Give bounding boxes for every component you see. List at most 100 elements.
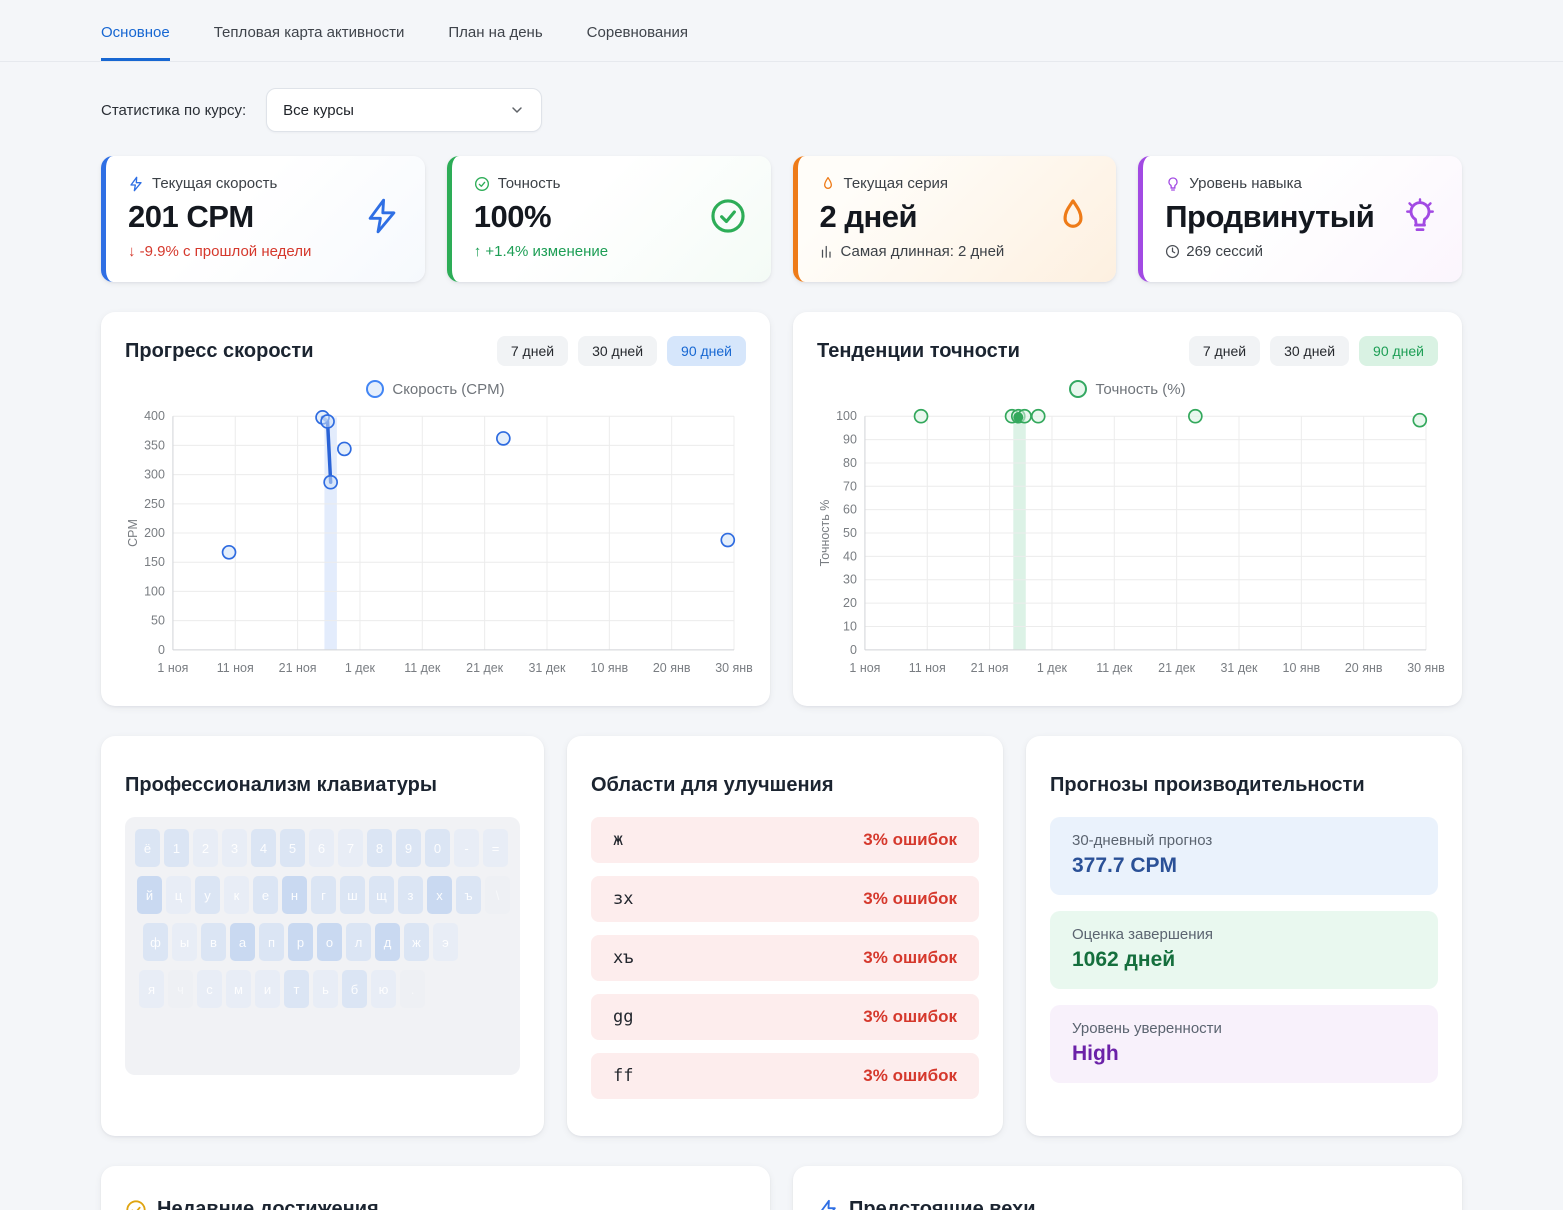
range-90d-button[interactable]: 90 дней [1359, 336, 1438, 366]
stat-detail: 269 сессий [1186, 243, 1263, 260]
chart-title: Прогресс скорости [125, 340, 314, 363]
range-7d-button[interactable]: 7 дней [497, 336, 568, 366]
typing-stats-dashboard: Основное Тепловая карта активности План … [0, 0, 1563, 1210]
keyboard-proficiency-panel: Профессионализм клавиатуры ё1234567890-=… [101, 736, 544, 1136]
range-90d-button[interactable]: 90 дней [667, 336, 746, 366]
keyboard-key: в [201, 923, 226, 961]
range-30d-button[interactable]: 30 дней [578, 336, 657, 366]
legend-marker-icon [1069, 380, 1087, 398]
svg-text:50: 50 [843, 526, 857, 540]
lightning-icon [128, 176, 144, 192]
keyboard-key: 5 [280, 829, 305, 867]
svg-text:31 дек: 31 дек [1220, 661, 1258, 675]
svg-text:20 янв: 20 янв [1345, 661, 1383, 675]
svg-text:40: 40 [843, 549, 857, 563]
tab-main[interactable]: Основное [101, 24, 170, 61]
forecast-label: Оценка завершения [1072, 926, 1416, 943]
keyboard-key: у [195, 876, 220, 914]
stat-value: Продвинутый [1165, 199, 1440, 235]
data-point[interactable] [223, 546, 236, 559]
data-point[interactable] [324, 476, 337, 489]
legend-marker-icon [366, 380, 384, 398]
svg-text:350: 350 [144, 438, 165, 452]
error-key: зх [613, 889, 633, 909]
keyboard-key: 0 [425, 829, 450, 867]
svg-text:21 ноя: 21 ноя [971, 661, 1009, 675]
error-key: gg [613, 1007, 633, 1027]
bulb-icon [1402, 198, 1438, 234]
stat-value: 201 CPM [128, 199, 403, 235]
keyboard-key: р [288, 923, 313, 961]
speed-progress-card: Прогресс скорости 7 дней 30 дней 90 дней… [101, 312, 770, 706]
data-point[interactable] [1189, 410, 1202, 423]
data-point[interactable] [338, 442, 351, 455]
improvement-row: gg 3% ошибок [591, 994, 979, 1040]
gridlines: 0501001502002503003504001 ноя11 ноя21 но… [144, 409, 753, 675]
course-select[interactable]: Все курсы [266, 88, 542, 132]
svg-text:1 ноя: 1 ноя [849, 661, 880, 675]
forecast-confidence: Уровень уверенности High [1050, 1005, 1438, 1083]
svg-text:30 янв: 30 янв [1407, 661, 1445, 675]
stat-card-skill: Уровень навыка Продвинутый 269 сессий [1138, 156, 1462, 282]
chart-title: Тенденции точности [817, 340, 1020, 363]
improvement-areas-panel: Области для улучшения ж 3% ошибок зх 3% … [567, 736, 1003, 1136]
legend-label: Точность (%) [1095, 381, 1185, 398]
svg-text:1 дек: 1 дек [345, 661, 376, 675]
data-point[interactable] [321, 415, 334, 428]
data-point[interactable] [497, 432, 510, 445]
svg-text:0: 0 [850, 643, 857, 657]
svg-text:11 ноя: 11 ноя [217, 661, 254, 675]
keyboard-key: 6 [309, 829, 334, 867]
keyboard-key: ь [313, 970, 338, 1008]
range-7d-button[interactable]: 7 дней [1189, 336, 1260, 366]
forecast-label: 30-дневный прогноз [1072, 832, 1416, 849]
svg-text:1 ноя: 1 ноя [157, 661, 188, 675]
keyboard-key: 3 [222, 829, 247, 867]
error-rate: 3% ошибок [863, 1007, 957, 1027]
keyboard-key: ш [340, 876, 365, 914]
forecast-30day: 30-дневный прогноз 377.7 CPM [1050, 817, 1438, 895]
data-point[interactable] [1413, 414, 1426, 427]
tab-competitions[interactable]: Соревнования [587, 24, 688, 61]
data-point[interactable] [915, 410, 928, 423]
error-rate: 3% ошибок [863, 948, 957, 968]
forecast-value: 377.7 CPM [1072, 854, 1416, 878]
flame-icon [1054, 197, 1092, 235]
keyboard-row: йцукенгшщзхъ\ [137, 876, 510, 914]
panel-title: Области для улучшения [591, 774, 979, 797]
svg-text:21 дек: 21 дек [1158, 661, 1196, 675]
keyboard-key: з [398, 876, 423, 914]
stat-detail: Самая длинная: 2 дней [841, 243, 1005, 260]
stat-title: Точность [498, 175, 561, 192]
svg-text:10 янв: 10 янв [591, 661, 629, 675]
svg-text:80: 80 [843, 456, 857, 470]
svg-text:11 ноя: 11 ноя [909, 661, 946, 675]
keyboard-key: л [346, 923, 371, 961]
svg-text:11 дек: 11 дек [1096, 661, 1133, 675]
svg-text:11 дек: 11 дек [404, 661, 441, 675]
tab-activity-heatmap[interactable]: Тепловая карта активности [214, 24, 405, 61]
svg-text:30 янв: 30 янв [715, 661, 753, 675]
bulb-icon [1165, 176, 1181, 192]
keyboard-key: 4 [251, 829, 276, 867]
keyboard-key: а [230, 923, 255, 961]
improvement-row: ж 3% ошибок [591, 817, 979, 863]
data-point[interactable] [1032, 410, 1045, 423]
svg-text:150: 150 [144, 555, 165, 569]
tab-day-plan[interactable]: План на день [448, 24, 542, 61]
svg-text:200: 200 [144, 526, 165, 540]
range-30d-button[interactable]: 30 дней [1270, 336, 1349, 366]
improvement-row: хъ 3% ошибок [591, 935, 979, 981]
error-rate: 3% ошибок [863, 889, 957, 909]
bar-chart-icon [820, 244, 835, 259]
chart-legend: Точность (%) [817, 376, 1438, 402]
keyboard-key: - [454, 829, 479, 867]
award-badge-icon [125, 1199, 147, 1210]
stat-delta: ↓ -9.9% с прошлой недели [128, 243, 403, 260]
data-point[interactable] [721, 534, 734, 547]
improvement-row: зх 3% ошибок [591, 876, 979, 922]
range-buttons: 7 дней 30 дней 90 дней [497, 336, 746, 366]
clock-icon [1165, 244, 1180, 259]
keyboard-key: 8 [367, 829, 392, 867]
data-point-selected[interactable] [1013, 412, 1023, 422]
